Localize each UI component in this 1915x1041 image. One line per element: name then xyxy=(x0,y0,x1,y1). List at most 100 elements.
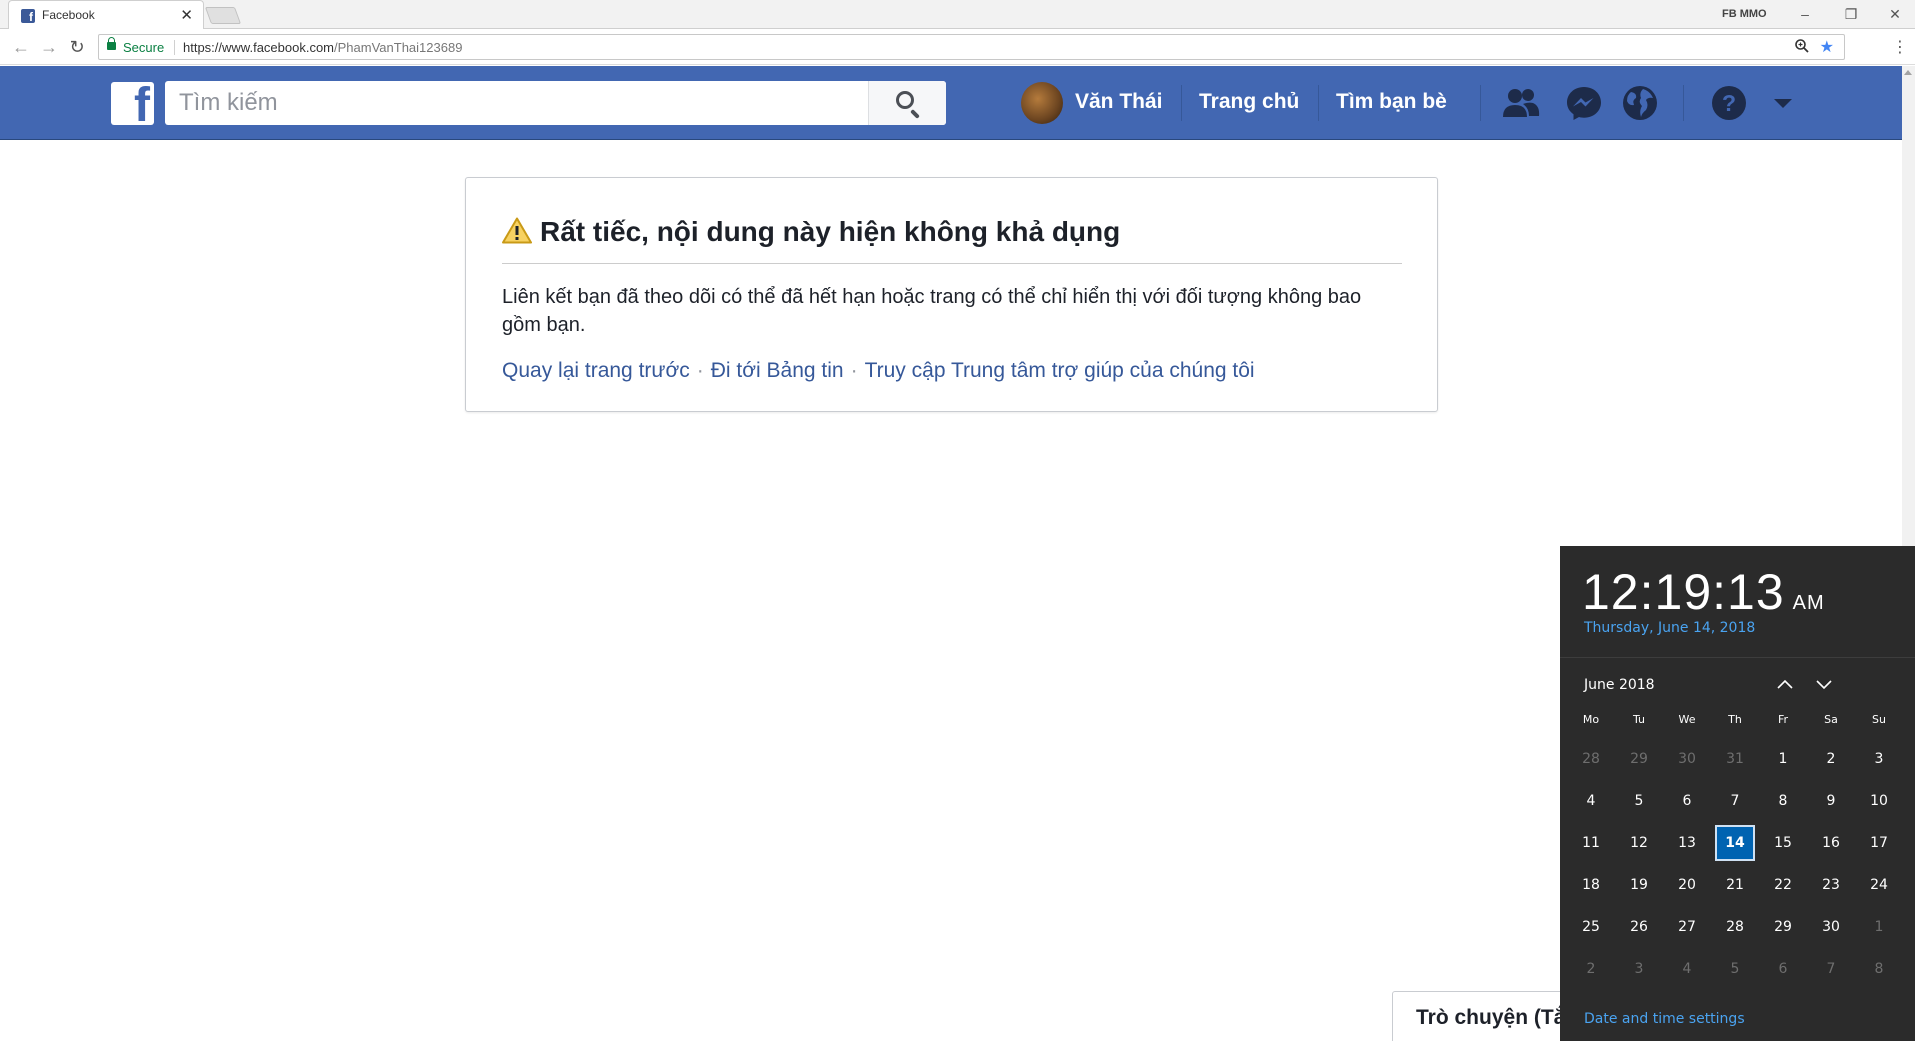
url-text[interactable]: https://www.facebook.com/PhamVanThai1236… xyxy=(183,40,462,55)
error-title-text: Rất tiếc, nội dung này hiện không khả dụ… xyxy=(540,216,1121,247)
calendar-day[interactable]: 13 xyxy=(1663,822,1711,864)
calendar-day[interactable]: 15 xyxy=(1759,822,1807,864)
date-time-settings-link[interactable]: Date and time settings xyxy=(1584,1011,1745,1027)
calendar-day[interactable]: 3 xyxy=(1855,738,1903,780)
forward-arrow-icon[interactable]: → xyxy=(38,36,60,58)
calendar-day[interactable]: 6 xyxy=(1759,948,1807,990)
calendar-day[interactable]: 9 xyxy=(1807,780,1855,822)
calendar-day[interactable]: 6 xyxy=(1663,780,1711,822)
tab-close-icon[interactable]: ✕ xyxy=(180,6,193,24)
scroll-up-icon[interactable] xyxy=(1904,70,1912,75)
calendar-day[interactable]: 1 xyxy=(1855,906,1903,948)
calendar-day[interactable]: 17 xyxy=(1855,822,1903,864)
nav-home-link[interactable]: Trang chủ xyxy=(1199,90,1299,114)
calendar-day[interactable]: 2 xyxy=(1567,948,1615,990)
calendar-day[interactable]: 18 xyxy=(1567,864,1615,906)
calendar-day[interactable]: 12 xyxy=(1615,822,1663,864)
window-restore-icon[interactable]: ❐ xyxy=(1836,3,1866,25)
go-back-link[interactable]: Quay lại trang trước xyxy=(502,359,690,382)
browser-toolbar: ← → ↻ Secure https://www.facebook.com/Ph… xyxy=(0,30,1915,65)
messenger-icon[interactable] xyxy=(1564,83,1604,123)
clock-date[interactable]: Thursday, June 14, 2018 xyxy=(1584,620,1755,636)
dropdown-caret-icon[interactable] xyxy=(1763,83,1803,123)
calendar-day[interactable]: 10 xyxy=(1855,780,1903,822)
calendar-day[interactable]: 28 xyxy=(1711,906,1759,948)
calendar-day[interactable]: 1 xyxy=(1759,738,1807,780)
calendar-day[interactable]: 28 xyxy=(1567,738,1615,780)
browser-menu-icon[interactable]: ⋮ xyxy=(1892,37,1908,57)
calendar-day[interactable]: 5 xyxy=(1711,948,1759,990)
calendar-day[interactable]: 8 xyxy=(1759,780,1807,822)
calendar-day[interactable]: 23 xyxy=(1807,864,1855,906)
calendar-day[interactable]: 3 xyxy=(1615,948,1663,990)
facebook-favicon-icon: f xyxy=(21,9,35,23)
calendar-day[interactable]: 2 xyxy=(1807,738,1855,780)
help-icon[interactable]: ? xyxy=(1709,83,1749,123)
card-divider xyxy=(502,263,1402,264)
calendar-day[interactable]: 30 xyxy=(1807,906,1855,948)
calendar-day[interactable]: 30 xyxy=(1663,738,1711,780)
error-links: Quay lại trang trước · Đi tới Bảng tin · Tru… xyxy=(502,359,1255,383)
calendar-day[interactable]: 26 xyxy=(1615,906,1663,948)
friend-requests-icon[interactable] xyxy=(1501,83,1541,123)
calendar-day[interactable]: 4 xyxy=(1663,948,1711,990)
content-unavailable-card: Rất tiếc, nội dung này hiện không khả dụ… xyxy=(465,177,1438,412)
next-month-icon[interactable] xyxy=(1813,673,1835,695)
bookmark-star-icon[interactable]: ★ xyxy=(1820,37,1834,57)
calendar-month[interactable]: June 2018 xyxy=(1584,677,1655,693)
notifications-globe-icon[interactable] xyxy=(1620,83,1660,123)
zoom-icon[interactable] xyxy=(1794,38,1810,58)
clock-divider xyxy=(1560,657,1915,658)
calendar-day[interactable]: 22 xyxy=(1759,864,1807,906)
search-button[interactable] xyxy=(868,81,946,125)
url-path: /PhamVanThai123689 xyxy=(334,40,463,55)
error-message: Liên kết bạn đã theo dõi có thể đã hết h… xyxy=(502,286,1362,336)
calendar-day[interactable]: 21 xyxy=(1711,864,1759,906)
calendar-day[interactable]: 29 xyxy=(1759,906,1807,948)
reload-icon[interactable]: ↻ xyxy=(66,36,88,58)
search-box xyxy=(165,81,946,125)
address-bar[interactable]: Secure https://www.facebook.com/PhamVanT… xyxy=(98,34,1845,60)
previous-month-icon[interactable] xyxy=(1774,673,1796,695)
calendar-day[interactable]: 16 xyxy=(1807,822,1855,864)
weekday-label: Su xyxy=(1872,713,1886,726)
weekday-label: Th xyxy=(1728,713,1742,726)
search-input[interactable] xyxy=(165,81,865,125)
back-arrow-icon[interactable]: ← xyxy=(10,36,32,58)
calendar-day[interactable]: 5 xyxy=(1615,780,1663,822)
calendar-day[interactable]: 7 xyxy=(1807,948,1855,990)
calendar-day[interactable]: 27 xyxy=(1663,906,1711,948)
calendar-day[interactable]: 25 xyxy=(1567,906,1615,948)
calendar-day[interactable]: 4 xyxy=(1567,780,1615,822)
window-minimize-icon[interactable]: – xyxy=(1790,3,1820,25)
calendar-day[interactable]: 24 xyxy=(1855,864,1903,906)
calendar-day[interactable]: 11 xyxy=(1567,822,1615,864)
calendar-day[interactable]: 19 xyxy=(1615,864,1663,906)
facebook-header: f Văn Thái Trang chủ Tìm bạn bè ? xyxy=(0,66,1902,140)
new-tab-button[interactable] xyxy=(204,7,242,24)
search-icon xyxy=(896,91,914,109)
news-feed-link[interactable]: Đi tới Bảng tin xyxy=(711,359,844,382)
calendar-week: 18 19 20 21 22 23 24 xyxy=(1567,864,1912,906)
calendar-day[interactable]: 8 xyxy=(1855,948,1903,990)
calendar-day[interactable]: 20 xyxy=(1663,864,1711,906)
user-name: Văn Thái xyxy=(1075,90,1163,113)
calendar-day[interactable]: 29 xyxy=(1615,738,1663,780)
browser-profile-chip[interactable]: FB MMO xyxy=(1722,8,1767,20)
weekday-label: Tu xyxy=(1632,713,1646,726)
nav-find-friends-link[interactable]: Tìm bạn bè xyxy=(1336,90,1447,114)
help-center-link[interactable]: Truy cập Trung tâm trợ giúp của chúng tô… xyxy=(865,359,1255,382)
lock-icon xyxy=(107,37,116,50)
browser-tabstrip: f Facebook ✕ FB MMO – ❐ ✕ xyxy=(0,0,1915,29)
facebook-logo-icon[interactable]: f xyxy=(111,82,154,125)
clock-ampm: AM xyxy=(1792,592,1825,614)
clock-time-value: 12:19:13 xyxy=(1582,564,1785,620)
tab-title: Facebook xyxy=(42,8,95,22)
calendar-day[interactable]: 14 xyxy=(1711,822,1759,864)
calendar-day[interactable]: 7 xyxy=(1711,780,1759,822)
calendar-day[interactable]: 31 xyxy=(1711,738,1759,780)
weekday-label: Mo xyxy=(1582,713,1600,726)
browser-tab[interactable]: f Facebook ✕ xyxy=(8,0,204,29)
window-close-icon[interactable]: ✕ xyxy=(1880,3,1910,25)
calendar-week: 4 5 6 7 8 9 10 xyxy=(1567,780,1912,822)
